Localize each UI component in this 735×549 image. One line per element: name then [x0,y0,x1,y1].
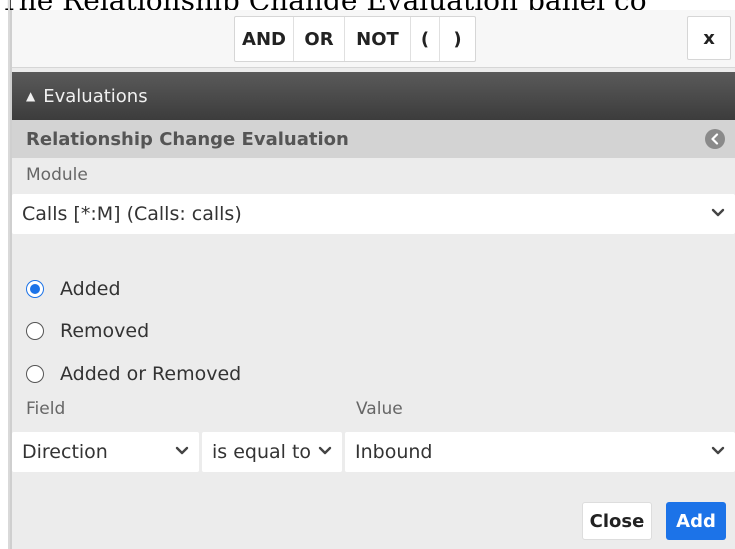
and-button[interactable]: AND [235,17,294,61]
operator-select-value: is equal to [212,441,312,463]
radio-added-or-removed-label: Added or Removed [60,363,242,385]
field-select-value: Direction [22,441,108,463]
radio-added-label: Added [60,278,121,300]
field-label: Field [26,399,66,419]
value-select[interactable]: Inbound [345,432,735,472]
operator-toolbar: AND OR NOT ( ) x [12,10,735,68]
value-label: Value [356,399,403,419]
radio-added-indicator[interactable] [26,280,44,298]
evaluations-title: Evaluations [43,85,148,107]
close-paren-button[interactable]: ) [440,17,475,61]
caret-up-icon: ▲ [26,89,36,103]
arrow-left-glyph [711,133,719,145]
evaluation-title: Relationship Change Evaluation [26,128,349,150]
close-toolbar-button[interactable]: x [687,16,731,60]
radio-added-or-removed-indicator[interactable] [26,365,44,383]
close-button[interactable]: Close [582,502,652,540]
chevron-down-icon [711,208,725,217]
radio-removed[interactable]: Removed [26,316,149,346]
chevron-down-icon [175,446,189,455]
evaluation-subheader: Relationship Change Evaluation [12,120,735,158]
arrow-left-circle-icon[interactable] [705,129,725,149]
operator-select[interactable]: is equal to [202,432,342,472]
open-paren-button[interactable]: ( [411,17,440,61]
evaluations-header[interactable]: ▲ Evaluations [12,72,735,120]
module-select[interactable]: Calls [*:M] (Calls: calls) [12,194,735,234]
radio-removed-indicator[interactable] [26,322,44,340]
add-button[interactable]: Add [666,502,726,540]
radio-removed-label: Removed [60,320,150,342]
radio-added-or-removed[interactable]: Added or Removed [26,359,241,389]
or-button[interactable]: OR [294,17,345,61]
chevron-down-icon [318,446,332,455]
operator-group: AND OR NOT ( ) [234,16,476,62]
radio-added[interactable]: Added [26,274,121,304]
evaluation-panel: AND OR NOT ( ) x ▲ Evaluations Relations… [10,10,735,549]
value-select-value: Inbound [355,441,433,463]
field-select[interactable]: Direction [12,432,199,472]
chevron-down-icon [711,446,725,455]
module-label: Module [26,165,88,185]
not-button[interactable]: NOT [345,17,411,61]
module-select-value: Calls [*:M] (Calls: calls) [22,203,242,225]
